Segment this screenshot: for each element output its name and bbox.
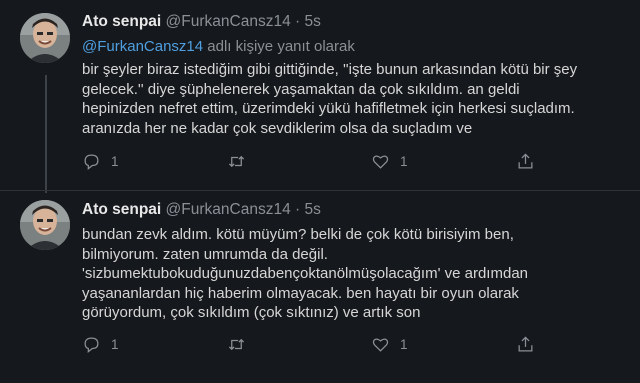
tweet[interactable]: Ato senpai @FurkanCansz14 · 5s bundan ze…	[0, 190, 640, 383]
tweet-text-line: bilmiyorum. zaten umrumda da değil.	[82, 245, 328, 263]
reply-button[interactable]: 1	[82, 150, 119, 172]
reply-icon	[84, 337, 99, 353]
tweet[interactable]: Ato senpai @FurkanCansz14 · 5s @FurkanCa…	[0, 0, 640, 190]
share-icon	[518, 335, 533, 351]
reply-button[interactable]: 1	[82, 333, 119, 355]
tweet-text-line: bir şeyler biraz istediğim gibi gittiğin…	[82, 61, 578, 78]
tweet-text: bundan zevk aldım. kötü müyüm? belki de …	[82, 225, 630, 323]
heart-icon	[372, 338, 389, 352]
heart-icon	[372, 155, 389, 169]
user-handle[interactable]: @FurkanCansz14	[166, 201, 291, 218]
avatar[interactable]	[20, 200, 70, 250]
display-name[interactable]: Ato senpai	[82, 201, 161, 218]
tweet-header: Ato senpai @FurkanCansz14 · 5s	[82, 199, 321, 221]
like-count: 1	[400, 336, 408, 352]
like-count: 1	[400, 153, 408, 169]
tweet-actions: 1 1	[82, 150, 630, 172]
reply-context-label: adlı kişiye yanıt olarak	[203, 38, 355, 55]
retweet-icon	[228, 338, 245, 350]
retweet-button[interactable]	[227, 333, 256, 355]
reply-count: 1	[111, 153, 119, 169]
retweet-icon	[228, 155, 245, 167]
reply-icon	[84, 154, 99, 170]
display-name[interactable]: Ato senpai	[82, 13, 161, 30]
timestamp[interactable]: 5s	[305, 13, 321, 30]
timestamp[interactable]: 5s	[305, 201, 321, 218]
tweet-text-line: yaşananlardan hiç haberim olmayacak. ben…	[82, 284, 519, 302]
tweet-header: Ato senpai @FurkanCansz14 · 5s	[82, 11, 321, 33]
reply-mention-link[interactable]: @FurkanCansz14	[82, 38, 203, 55]
share-button[interactable]	[516, 150, 535, 172]
separator-dot: ·	[295, 201, 301, 218]
like-button[interactable]: 1	[371, 333, 408, 355]
reply-count: 1	[111, 336, 119, 352]
reply-context: @FurkanCansz14 adlı kişiye yanıt olarak	[82, 37, 355, 57]
tweet-text: bir şeyler biraz istediğim gibi gittiğin…	[82, 60, 630, 138]
retweet-button[interactable]	[227, 150, 256, 172]
tweet-text-line: gelecek.'' diye şüphelenerek yaşamaktan …	[82, 80, 520, 98]
user-handle[interactable]: @FurkanCansz14	[166, 13, 291, 30]
tweet-actions: 1 1	[82, 333, 630, 355]
tweet-text-line: görüyordum, çok sıkıldım (çok sıktınız) …	[82, 304, 421, 322]
tweet-text-line: hepinizden nefret ettim, üzerimdeki yükü…	[82, 100, 575, 118]
like-button[interactable]: 1	[371, 150, 408, 172]
avatar[interactable]	[20, 13, 70, 63]
separator-dot: ·	[295, 13, 301, 30]
tweet-text-line: bundan zevk aldım. kötü müyüm? belki de …	[82, 226, 514, 243]
tweet-text-line: aranızda her ne kadar çok sevdiklerim ol…	[82, 119, 473, 137]
share-icon	[518, 152, 533, 168]
tweet-text-line: 'sizbumektubokuduğunuzdabençoktanölmüşol…	[82, 265, 529, 283]
share-button[interactable]	[516, 333, 535, 355]
